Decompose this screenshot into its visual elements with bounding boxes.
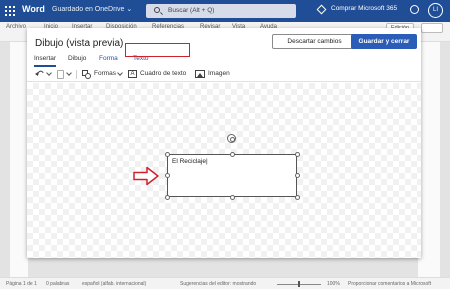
undo-icon[interactable] <box>35 69 45 79</box>
share-button[interactable] <box>421 23 443 33</box>
app-launcher-icon[interactable] <box>5 6 15 16</box>
zoom-level: 100% <box>327 281 340 287</box>
user-avatar[interactable]: LI <box>428 3 443 18</box>
image-button[interactable]: Imagen <box>208 70 230 77</box>
search-placeholder: Buscar (Alt + Q) <box>168 7 215 14</box>
tab-forma[interactable]: Forma <box>99 55 118 62</box>
document-status-label: Guardado en OneDrive <box>52 6 125 13</box>
dialog-toolbar: Formas A Cuadro de texto Imagen <box>27 67 421 82</box>
textbox-icon[interactable]: A <box>128 70 137 78</box>
rotate-handle[interactable] <box>227 134 236 143</box>
editor-suggestions[interactable]: Sugerencias del editor: mostrando <box>180 281 256 287</box>
search-box[interactable]: Buscar (Alt + Q) <box>146 4 296 18</box>
language-indicator[interactable]: español (alfab. internacional) <box>82 281 146 287</box>
document-status[interactable]: Guardado en OneDrive ⌄ <box>52 5 132 13</box>
red-arrow-annotation <box>133 166 159 186</box>
app-name: Word <box>22 4 45 14</box>
status-bar: Página 1 de 1 0 palabras español (alfab.… <box>0 277 450 289</box>
resize-handle-right[interactable] <box>295 173 300 178</box>
shapes-icon[interactable] <box>82 70 91 79</box>
drawing-dialog: Dibujo (vista previa) Descartar cambios … <box>27 28 421 258</box>
search-icon <box>154 7 160 13</box>
settings-gear-icon[interactable] <box>410 5 419 14</box>
diamond-icon <box>316 4 327 15</box>
dialog-tabs: Insertar Dibujo Forma Texto <box>27 54 421 67</box>
document-page-right <box>418 42 440 277</box>
resize-handle-bottom[interactable] <box>230 195 235 200</box>
page-count: Página 1 de 1 <box>6 281 37 287</box>
word-title-bar: Word Guardado en OneDrive ⌄ Buscar (Alt +… <box>0 0 450 22</box>
document-page-left <box>10 42 28 277</box>
resize-handle-top-left[interactable] <box>165 152 170 157</box>
resize-handle-bottom-right[interactable] <box>295 195 300 200</box>
tab-insertar[interactable]: Insertar <box>34 55 57 67</box>
textbox-text[interactable]: El Reciclaje <box>172 158 208 165</box>
resize-handle-top-right[interactable] <box>295 152 300 157</box>
ribbon-tab-archivo[interactable]: Archivo <box>6 24 26 30</box>
discard-changes-button[interactable]: Descartar cambios <box>272 34 357 49</box>
undo-chevron-down-icon[interactable] <box>46 70 52 76</box>
chevron-down-icon: ⌄ <box>126 6 133 13</box>
textbox-shape[interactable]: El Reciclaje <box>167 154 297 197</box>
shapes-chevron-down-icon[interactable] <box>117 70 123 76</box>
word-count: 0 palabras <box>46 281 70 287</box>
feedback-link[interactable]: Proporcionar comentarios a Microsoft <box>348 281 431 287</box>
clipboard-chevron-down-icon[interactable] <box>66 70 72 76</box>
image-icon[interactable] <box>195 70 205 78</box>
toolbar-divider <box>76 70 77 79</box>
save-and-close-button[interactable]: Guardar y cerrar <box>351 34 417 49</box>
resize-handle-top[interactable] <box>230 152 235 157</box>
resize-handle-bottom-left[interactable] <box>165 195 170 200</box>
textbox-button[interactable]: Cuadro de texto <box>140 70 186 77</box>
resize-handle-left[interactable] <box>165 173 170 178</box>
drawing-canvas[interactable]: El Reciclaje <box>27 83 421 258</box>
zoom-slider-knob[interactable] <box>298 281 300 287</box>
textbox-highlight-annotation <box>125 43 190 57</box>
dialog-title: Dibujo (vista previa) <box>35 38 124 49</box>
clipboard-icon[interactable] <box>57 70 64 79</box>
buy-microsoft-365-link[interactable]: Comprar Microsoft 365 <box>331 5 397 12</box>
shapes-button[interactable]: Formas <box>94 70 116 77</box>
tab-dibujo[interactable]: Dibujo <box>68 55 86 62</box>
